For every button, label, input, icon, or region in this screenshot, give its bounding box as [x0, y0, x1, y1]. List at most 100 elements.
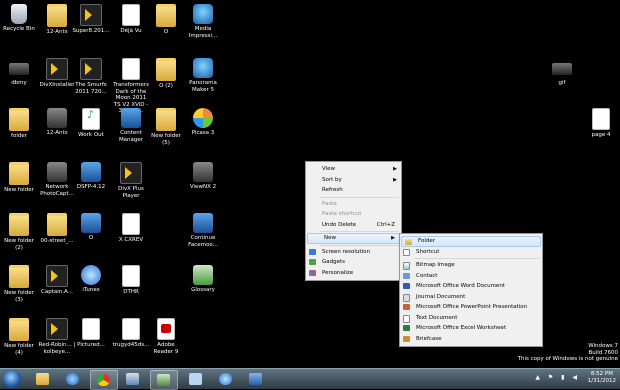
- menu-item-new[interactable]: New ▶: [307, 233, 400, 244]
- submenu-item-powerpoint-presentation[interactable]: Microsoft Office PowerPoint Presentation: [400, 302, 542, 313]
- desktop-icon[interactable]: O (2): [147, 58, 185, 90]
- desktop-icon-label: Red-Robin... | kolbeye...: [38, 342, 76, 355]
- desktop-icon-label: 00-street_...: [40, 238, 74, 244]
- submenu-item-bitmap-image[interactable]: Bitmap Image: [400, 260, 542, 271]
- desktop-icon[interactable]: New folder (4): [0, 318, 38, 356]
- desktop-icon[interactable]: DSFP-4.12: [72, 162, 110, 191]
- menu-item-refresh[interactable]: Refresh: [306, 185, 401, 196]
- submenu-item-excel-worksheet[interactable]: Microsoft Office Excel Worksheet: [400, 323, 542, 334]
- network-icon: [249, 373, 262, 385]
- start-button[interactable]: [3, 370, 21, 388]
- desktop-icon[interactable]: Continue Facemoo...: [184, 213, 222, 248]
- desktop-icon[interactable]: The Smurfs 2011 720...: [72, 58, 110, 95]
- desktop-icon[interactable]: Glossary: [184, 265, 222, 294]
- desktop-icon[interactable]: New folder: [0, 162, 38, 194]
- menu-item-view[interactable]: View ▶: [306, 164, 401, 175]
- taskbar-explorer-button[interactable]: [30, 370, 56, 388]
- submenu-item-shortcut[interactable]: Shortcut: [400, 247, 542, 258]
- menu-item-paste-shortcut[interactable]: Paste shortcut: [306, 209, 401, 220]
- desktop-icon[interactable]: 12-Ants: [38, 4, 76, 36]
- desktop-icon[interactable]: New folder (3): [0, 265, 38, 303]
- menu-item-undo-delete[interactable]: Undo Delete Ctrl+Z: [306, 220, 401, 231]
- desktop-icon[interactable]: Recycle Bin: [0, 4, 38, 33]
- desktop-icon[interactable]: ViewNX 2: [184, 162, 222, 191]
- desktop-icon[interactable]: O: [147, 4, 185, 36]
- desktop-icon[interactable]: Content Manager: [112, 108, 150, 143]
- submenu-arrow-icon: ▶: [393, 176, 397, 183]
- menu-separator: [320, 196, 399, 198]
- desktop-icon[interactable]: New folder (5): [147, 108, 185, 146]
- submenu-item-contact[interactable]: Contact: [400, 271, 542, 282]
- gadgets-icon: [309, 259, 316, 265]
- folder-icon: [405, 239, 412, 245]
- desktop-icon-label: New folder (4): [4, 343, 34, 356]
- desktop-icon[interactable]: Captain.A...: [38, 265, 76, 296]
- menu-item-screen-resolution[interactable]: Screen resolution: [306, 247, 401, 258]
- divx-icon: [80, 58, 102, 80]
- desktop-icon[interactable]: Adobe Reader 9: [147, 318, 185, 355]
- desktop-icon-label: DSFP-4.12: [76, 184, 106, 190]
- taskbar-chrome-button[interactable]: [90, 370, 118, 390]
- submenu-item-text-document[interactable]: Text Document: [400, 313, 542, 324]
- desktop-icon[interactable]: Picasa 3: [184, 108, 222, 137]
- desktop-icon[interactable]: Media Impressi...: [184, 4, 222, 39]
- taskbar-app-button[interactable]: [120, 370, 146, 388]
- desktop-icon-label: Panorama Maker 5: [189, 80, 217, 93]
- clock[interactable]: 8:52 PM 1/31/2012: [588, 371, 616, 385]
- submenu-item-folder[interactable]: Folder: [401, 236, 541, 247]
- desktop-icon[interactable]: New folder (2): [0, 213, 38, 251]
- desktop-icon-label: Content Manager: [118, 130, 144, 143]
- desktop-icon-label: O: [163, 29, 169, 35]
- gray-icon: [193, 162, 213, 182]
- taskbar-notes-button[interactable]: [183, 370, 209, 388]
- desktop-icon-label: Media Impressi...: [188, 26, 218, 39]
- screen-resolution-icon: [309, 248, 316, 255]
- desktop-icon[interactable]: folder: [0, 108, 38, 140]
- desktop-icon[interactable]: 00-street_...: [38, 213, 76, 245]
- taskbar-media-button[interactable]: [213, 370, 239, 388]
- menu-item-sort-by[interactable]: Sort by ▶: [306, 175, 401, 186]
- document-icon: [592, 108, 610, 130]
- taskbar-ie-button[interactable]: [60, 370, 86, 388]
- desktop-icon-label: iTunes: [82, 287, 100, 293]
- desktop-icon[interactable]: Super8.201...: [72, 4, 110, 35]
- desktop-icon[interactable]: dbmy: [0, 58, 38, 87]
- desktop-icon-label: Pictured...: [77, 342, 105, 348]
- desktop-icon[interactable]: X CXREV: [112, 213, 150, 244]
- desktop-icon[interactable]: DivXInstaller: [38, 58, 76, 89]
- taskbar-network-button[interactable]: [243, 370, 269, 388]
- desktop-icon[interactable]: DTHR: [112, 265, 150, 296]
- system-tray-icons[interactable]: ▲ ⚑ ▮ ◀: [535, 374, 580, 381]
- desktop-icon[interactable]: gif: [543, 58, 581, 87]
- desktop-icon[interactable]: Pictured...: [72, 318, 110, 349]
- desktop-icon-label: Picasa 3: [191, 130, 215, 136]
- desktop-icon[interactable]: Red-Robin... | kolbeye...: [38, 318, 76, 355]
- menu-item-paste[interactable]: Paste: [306, 199, 401, 210]
- desktop[interactable]: Recycle Bin 12-Ants Super8.201... Déjà Vu O M…: [0, 0, 620, 368]
- desktop-icon[interactable]: Transformers Dark of the Moon 2011 TS V2…: [112, 58, 150, 115]
- folder-icon: [36, 373, 49, 385]
- desktop-icon[interactable]: 12-Ants: [38, 108, 76, 137]
- desktop-icon[interactable]: Panorama Maker 5: [184, 58, 222, 93]
- submenu-item-word-document[interactable]: Microsoft Office Word Document: [400, 281, 542, 292]
- desktop-icon[interactable]: iTunes: [72, 265, 110, 294]
- desktop-icon[interactable]: Network PhotoCapt...: [38, 162, 76, 197]
- excel-icon: [403, 325, 410, 331]
- gray-icon: [47, 108, 67, 128]
- taskbar-window-button[interactable]: [150, 370, 178, 390]
- blue-icon: [81, 213, 101, 233]
- desktop-icon-label: DivXInstaller: [39, 82, 75, 88]
- submenu-item-journal-document[interactable]: Journal Document: [400, 292, 542, 303]
- desktop-icon[interactable]: Work Out: [72, 108, 110, 139]
- media-icon: [193, 4, 213, 24]
- menu-item-personalize[interactable]: Personalize: [306, 268, 401, 279]
- desktop-icon[interactable]: page 4: [582, 108, 620, 139]
- desktop-icon[interactable]: O: [72, 213, 110, 242]
- desktop-icon[interactable]: DivX Plus Player: [112, 162, 150, 199]
- pdf-icon: [157, 318, 175, 340]
- green-icon: [193, 265, 213, 285]
- menu-item-gadgets[interactable]: Gadgets: [306, 257, 401, 268]
- desktop-icon[interactable]: Déjà Vu: [112, 4, 150, 35]
- folder-icon: [9, 318, 29, 341]
- desktop-icon[interactable]: trugyd45ds...: [112, 318, 150, 349]
